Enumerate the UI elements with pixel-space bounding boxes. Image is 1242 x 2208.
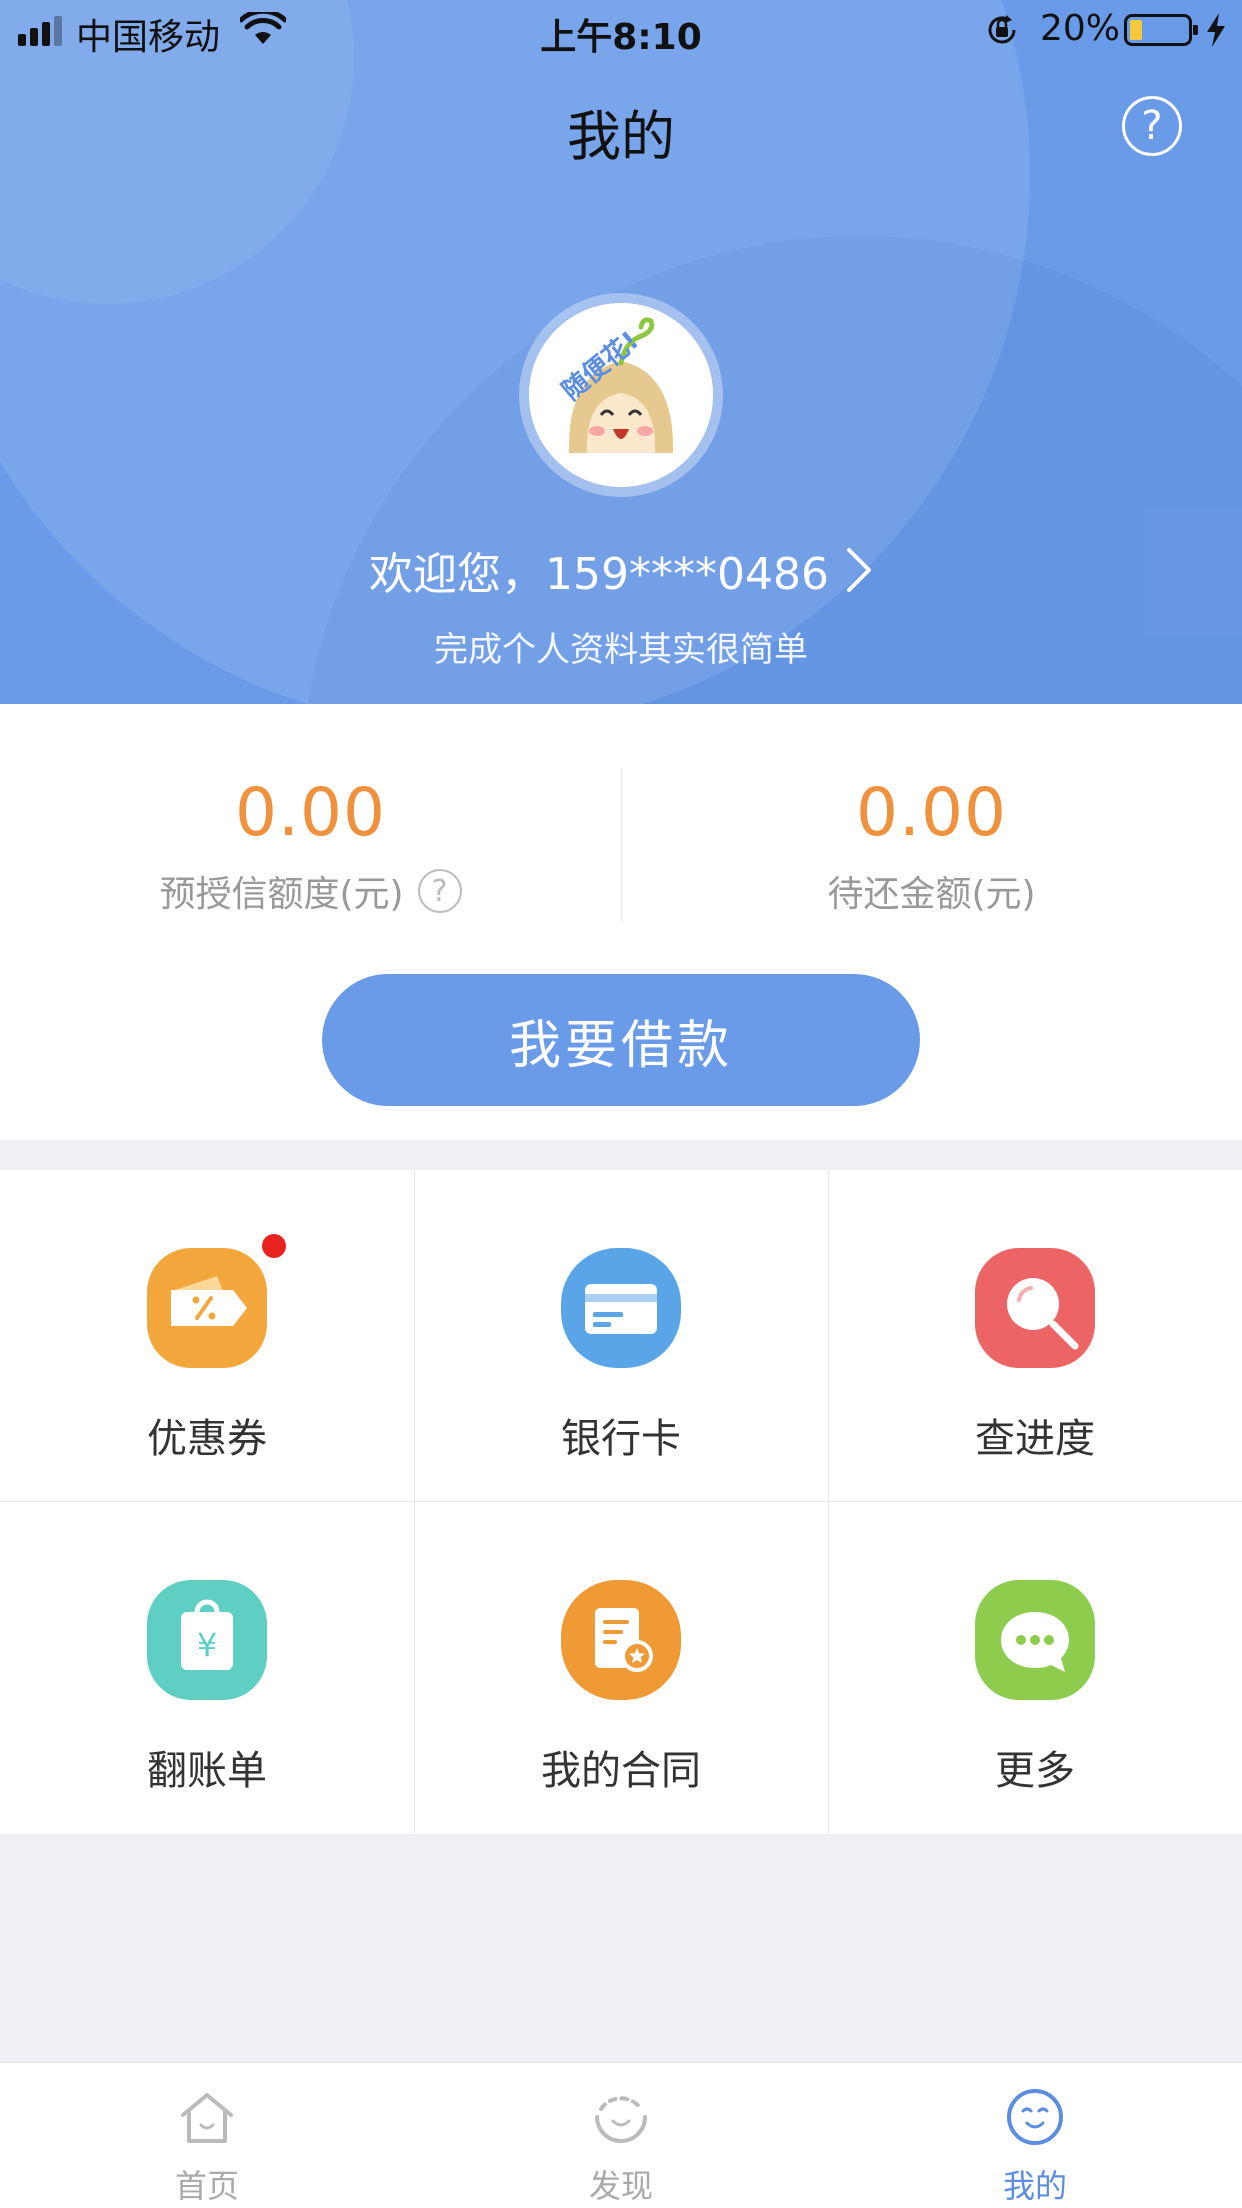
question-icon: ? [1141,103,1163,149]
credit-label: 预授信额度(元) [159,874,404,915]
svg-text:¥: ¥ [197,1626,217,1664]
coupon-icon [147,1248,267,1368]
tab-label: 我的 [1002,2167,1067,2205]
credit-help-icon[interactable]: ? [417,869,462,913]
profile-hint: 完成个人资料其实很简单 [434,630,808,670]
avatar[interactable]: 随便花! [519,293,723,497]
grid-item-label: 银行卡 [561,1416,681,1462]
repay-value: 0.00 [856,774,1007,851]
welcome-link[interactable]: 欢迎您，159****0486 [0,538,1242,602]
grid-item-contract[interactable]: 我的合同 [414,1502,828,1834]
grid-item-bank-card[interactable]: 银行卡 [414,1170,828,1502]
grid-item-label: 优惠券 [147,1416,267,1462]
help-button[interactable]: ? [1122,96,1182,156]
grid-item-more[interactable]: 更多 [828,1502,1242,1834]
page-title: 我的 [567,105,675,168]
tab-discover[interactable]: 发现 [414,2063,828,2208]
feature-grid: 优惠券 银行卡 查进度 ¥ 翻账单 我的合同 更多 [0,1170,1242,1834]
credit-value: 0.00 [235,774,386,851]
contract-icon [561,1580,681,1700]
grid-item-label: 翻账单 [147,1748,267,1794]
tab-profile[interactable]: 我的 [828,2063,1242,2208]
repay-label: 待还金额(元) [827,874,1036,915]
home-icon [181,2093,233,2143]
charging-bolt-icon [1207,13,1225,47]
more-chat-icon [975,1580,1095,1700]
grid-item-label: 查进度 [975,1416,1095,1462]
discover-icon [595,2096,647,2143]
battery-percent: 20% [1040,8,1121,49]
chevron-right-icon [846,548,871,592]
grid-item-label: 我的合同 [541,1748,701,1794]
bill-bag-icon: ¥ [147,1580,267,1700]
stats-panel: 0.00 预授信额度(元) ? 0.00 待还金额(元) 我要借款 [0,704,1242,1140]
profile-header: 中国移动 上午8:10 20% 我的 ? 随便花! 欢迎您，159****048… [0,0,1242,704]
tab-home[interactable]: 首页 [0,2063,414,2208]
grid-item-bill[interactable]: ¥ 翻账单 [0,1502,414,1834]
rotation-lock-icon [988,15,1016,44]
grid-item-coupon[interactable]: 优惠券 [0,1170,414,1502]
tab-label: 发现 [588,2167,653,2205]
status-bar: 中国移动 上午8:10 20% [0,0,1242,60]
credit-stat: 0.00 预授信额度(元) ? [0,774,621,917]
battery-icon [1124,14,1198,46]
welcome-text: 欢迎您，159****0486 [369,549,829,600]
mascot-avatar-icon: 随便花! [529,303,713,487]
notification-dot [262,1234,286,1258]
bank-card-icon [561,1248,681,1368]
grid-item-label: 更多 [995,1748,1075,1794]
grid-item-progress[interactable]: 查进度 [828,1170,1242,1502]
search-progress-icon [975,1248,1095,1368]
repay-stat: 0.00 待还金额(元) [621,774,1242,917]
tab-bar: 首页 发现 我的 [0,2062,1242,2208]
profile-icon [1007,2089,1063,2145]
tab-label: 首页 [174,2167,239,2205]
borrow-button[interactable]: 我要借款 [322,974,920,1106]
